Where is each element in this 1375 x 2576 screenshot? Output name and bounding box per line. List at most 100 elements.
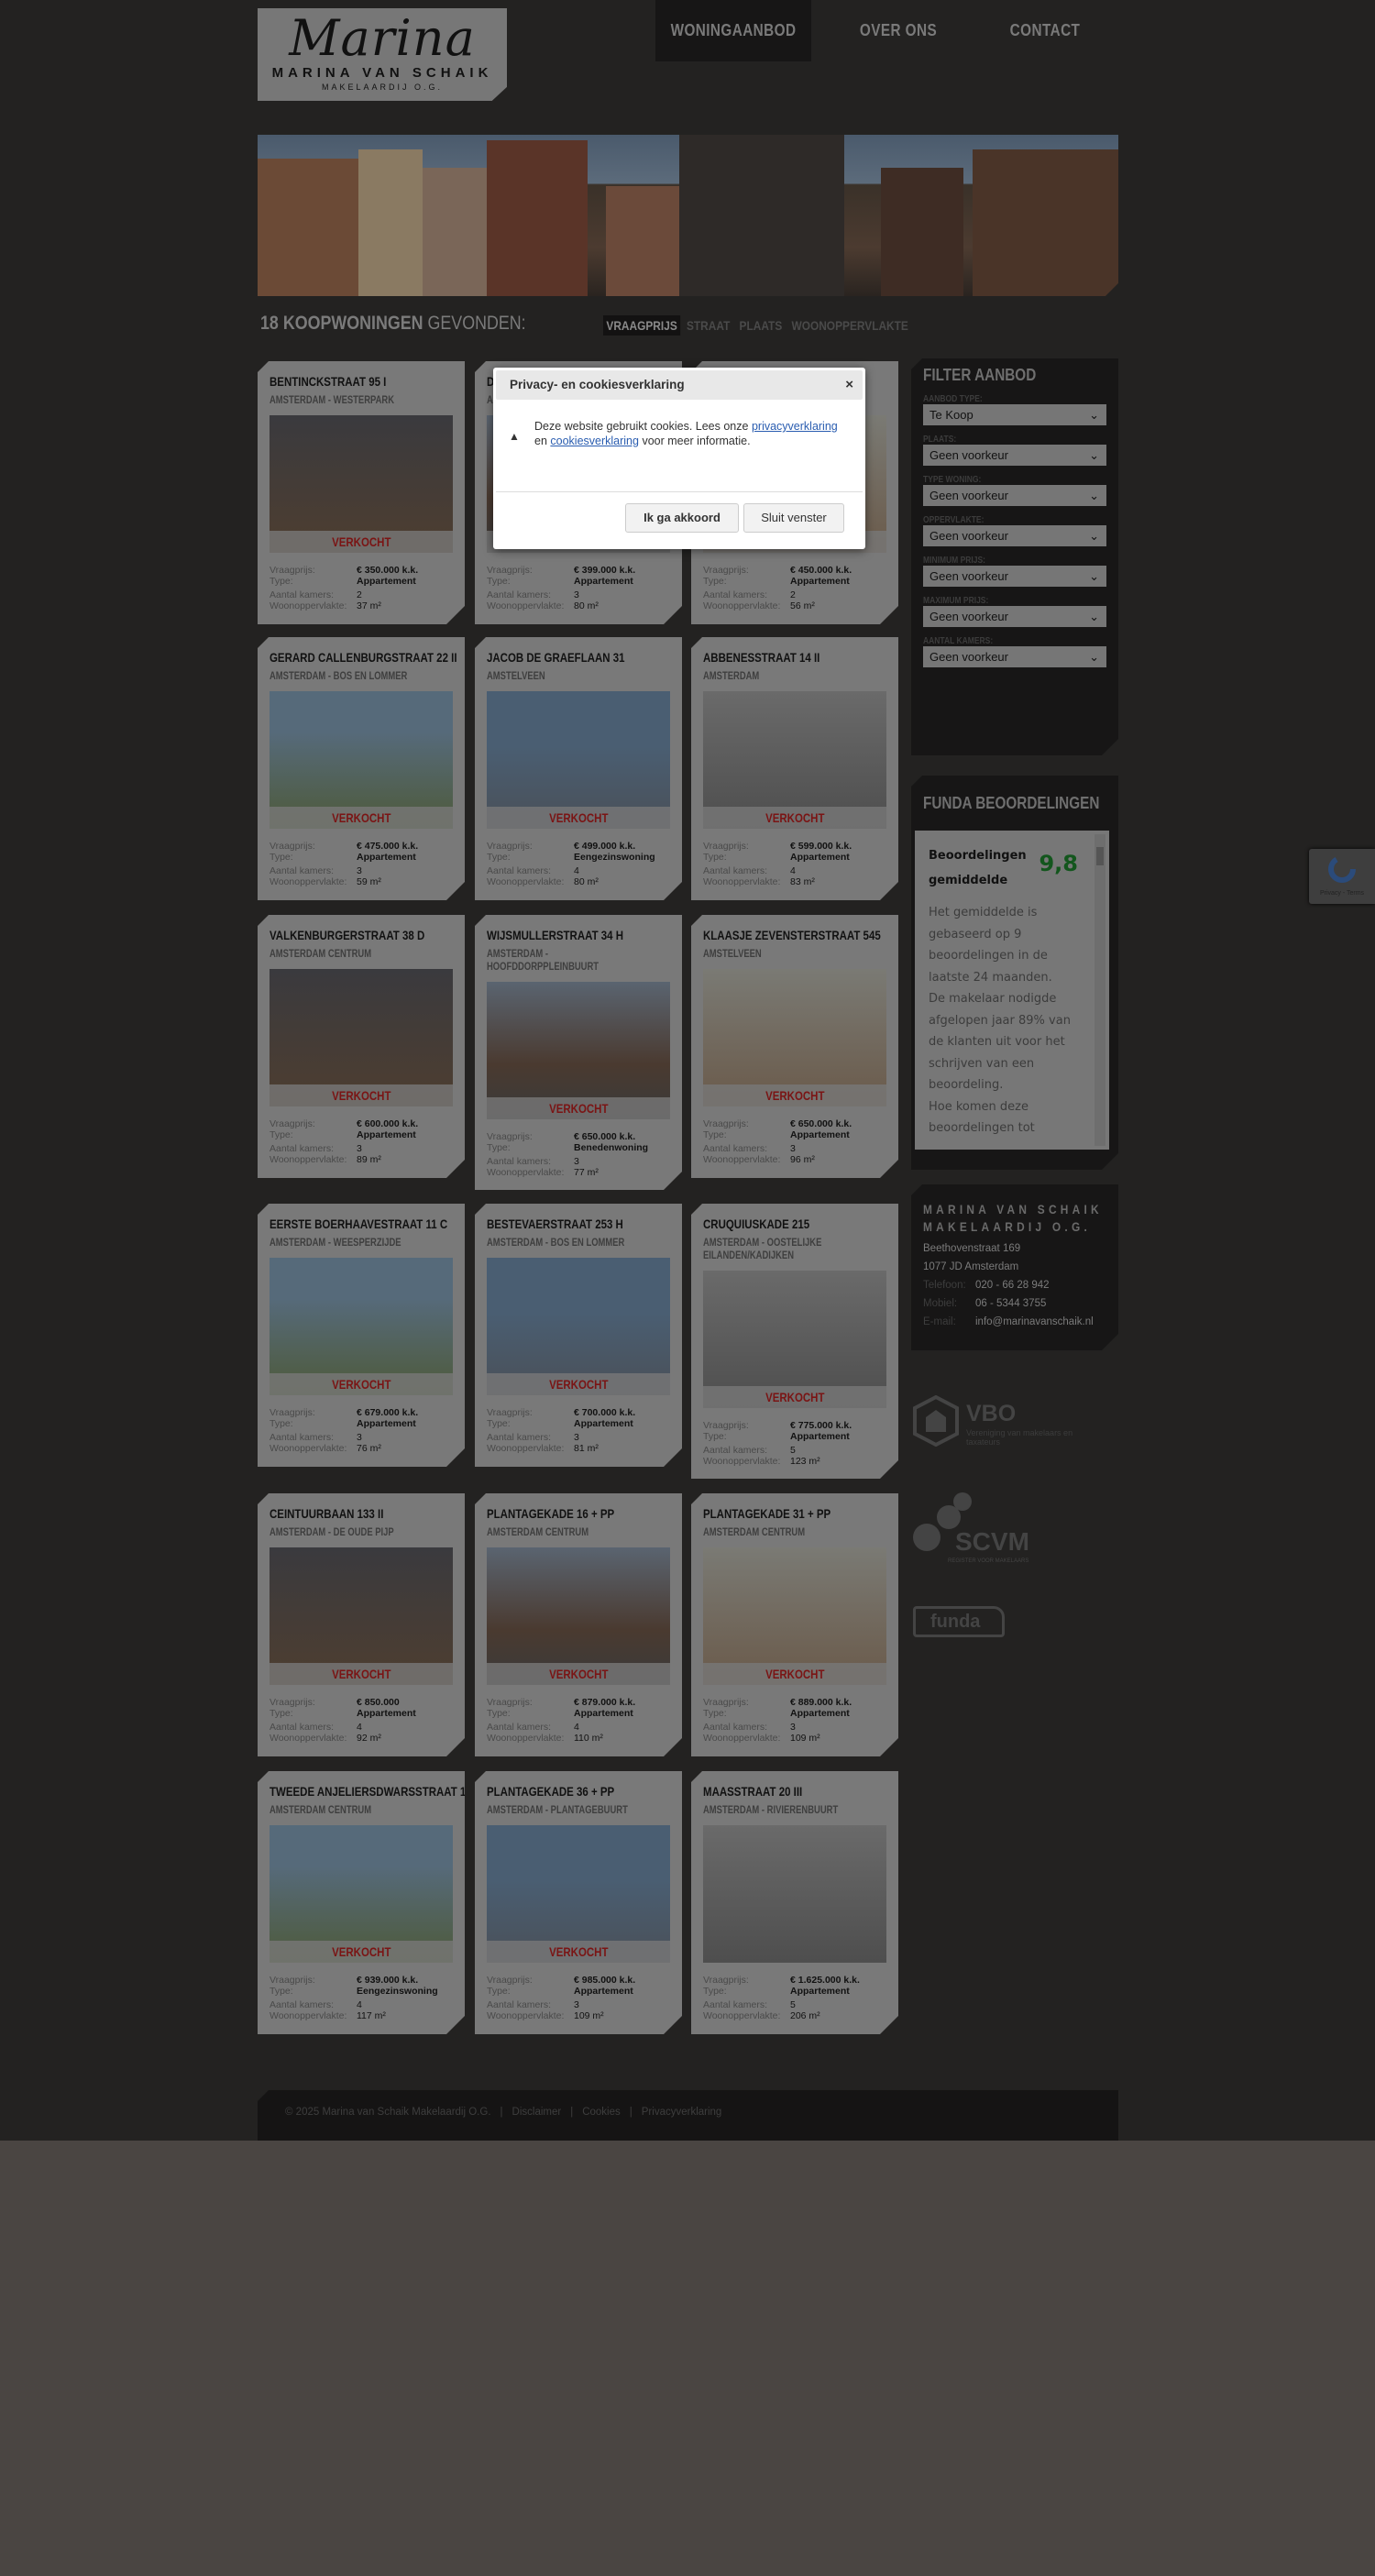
funda-scrollbar[interactable] [1094, 834, 1106, 1146]
price-label: Vraagprijs: [487, 1975, 533, 1986]
sold-label: VERKOCHT [764, 810, 825, 825]
accept-button[interactable]: Ik ga akkoord [625, 503, 739, 533]
listing-card[interactable]: BENTINCKSTRAAT 95 I AMSTERDAM - WESTERPA… [258, 361, 465, 624]
type-label: Type: [703, 576, 727, 587]
listing-card[interactable]: CRUQUIUSKADE 215 AMSTERDAM - OOSTELIJKE … [691, 1204, 898, 1479]
listing-photo[interactable]: VERKOCHT [270, 1258, 453, 1395]
vbo-logo[interactable]: VBO Vereniging van makelaars en taxateur… [913, 1395, 1096, 1459]
privacy-link[interactable]: privacyverklaring [752, 420, 838, 433]
listing-card[interactable]: GERARD CALLENBURGSTRAAT 22 II AMSTERDAM … [258, 637, 465, 900]
recaptcha-links[interactable]: Privacy - Terms [1309, 890, 1375, 897]
listing-card[interactable]: WIJSMULLERSTRAAT 34 H AMSTERDAM - HOOFDD… [475, 915, 682, 1190]
rooms-value: 4 [357, 1999, 362, 2010]
listing-card[interactable]: ABBENESSTRAAT 14 II AMSTERDAM VERKOCHT V… [691, 637, 898, 900]
funda-logo[interactable]: funda [913, 1606, 1005, 1637]
listing-title[interactable]: VALKENBURGERSTRAAT 38 D [270, 928, 424, 942]
listing-photo[interactable]: VERKOCHT [487, 982, 670, 1119]
nav-woningaanbod[interactable]: WONINGAANBOD [655, 0, 811, 61]
scvm-logo[interactable]: SCVM REGISTER VOOR MAKELAARS [911, 1492, 1049, 1575]
listing-card[interactable]: BESTEVAERSTRAAT 253 H AMSTERDAM - BOS EN… [475, 1204, 682, 1467]
listing-photo[interactable]: VERKOCHT [270, 691, 453, 829]
area-label: Woonoppervlakte: [487, 1167, 565, 1178]
filter-select[interactable]: Geen voorkeur ⌄ [923, 485, 1106, 506]
listing-title[interactable]: CEINTUURBAAN 133 II [270, 1506, 383, 1521]
mobile-value[interactable]: 06 - 5344 3755 [975, 1298, 1046, 1309]
listing-card[interactable]: VALKENBURGERSTRAAT 38 D AMSTERDAM CENTRU… [258, 915, 465, 1178]
filter-select[interactable]: Geen voorkeur ⌄ [923, 445, 1106, 466]
cookies-link[interactable]: cookiesverklaring [550, 435, 639, 447]
sold-badge: VERKOCHT [703, 1386, 886, 1408]
listing-title[interactable]: GERARD CALLENBURGSTRAAT 22 II [270, 650, 457, 665]
listing-title[interactable]: ABBENESSTRAAT 14 II [703, 650, 820, 665]
close-window-button[interactable]: Sluit venster [743, 503, 844, 533]
listing-photo[interactable]: VERKOCHT [487, 1825, 670, 1963]
listing-title[interactable]: BENTINCKSTRAAT 95 I [270, 374, 386, 389]
filter-select[interactable]: Te Koop ⌄ [923, 404, 1106, 425]
recaptcha-badge[interactable]: Privacy - Terms [1309, 849, 1375, 904]
sort-straat[interactable]: STRAAT [684, 315, 733, 336]
listing-photo[interactable]: VERKOCHT [703, 969, 886, 1106]
listing-title[interactable]: MAASSTRAAT 20 III [703, 1784, 802, 1799]
sort-plaats[interactable]: PLAATS [736, 315, 786, 336]
sold-label: VERKOCHT [331, 1088, 391, 1103]
filter-select[interactable]: Geen voorkeur ⌄ [923, 566, 1106, 587]
funda-reviews-box[interactable]: Beoordelingen gemiddelde 9,8 Het gemidde… [915, 831, 1109, 1150]
listing-photo[interactable]: VERKOCHT [703, 691, 886, 829]
listing-card[interactable]: PLANTAGEKADE 31 + PP AMSTERDAM CENTRUM V… [691, 1493, 898, 1756]
listing-photo[interactable]: VERKOCHT [270, 415, 453, 553]
listing-photo[interactable]: VERKOCHT [487, 691, 670, 829]
listing-card[interactable]: EERSTE BOERHAAVESTRAAT 11 C AMSTERDAM - … [258, 1204, 465, 1467]
filter-select[interactable]: Geen voorkeur ⌄ [923, 525, 1106, 546]
footer-disclaimer-link[interactable]: Disclaimer [512, 2107, 562, 2118]
chevron-down-icon: ⌄ [1089, 408, 1099, 422]
listing-title[interactable]: TWEEDE ANJELIERSDWARSSTRAAT 11 [270, 1784, 471, 1799]
filter-field: MINIMUM PRIJS: Geen voorkeur ⌄ [923, 556, 1106, 587]
listing-title[interactable]: PLANTAGEKADE 31 + PP [703, 1506, 830, 1521]
site-logo[interactable]: Marina MARINA VAN SCHAIK MAKELAARDIJ O.G… [258, 8, 507, 101]
listing-photo[interactable]: VERKOCHT [270, 1547, 453, 1685]
listing-photo[interactable]: VERKOCHT [703, 1271, 886, 1408]
listing-title[interactable]: PLANTAGEKADE 16 + PP [487, 1506, 614, 1521]
listing-card[interactable]: JACOB DE GRAEFLAAN 31 AMSTELVEEN VERKOCH… [475, 637, 682, 900]
filter-select[interactable]: Geen voorkeur ⌄ [923, 606, 1106, 627]
sold-badge: VERKOCHT [270, 1663, 453, 1685]
listing-photo[interactable]: VERKOCHT [487, 1258, 670, 1395]
listing-photo[interactable]: VERKOCHT [270, 969, 453, 1106]
listing-title[interactable]: EERSTE BOERHAAVESTRAAT 11 C [270, 1216, 447, 1231]
listing-title[interactable]: PLANTAGEKADE 36 + PP [487, 1784, 614, 1799]
listing-photo[interactable] [703, 1825, 886, 1963]
type-value: Appartement [790, 576, 850, 587]
scroll-thumb[interactable] [1096, 847, 1104, 865]
nav-over-ons[interactable]: OVER ONS [836, 0, 961, 61]
listing-title[interactable]: JACOB DE GRAEFLAAN 31 [487, 650, 625, 665]
listing-title[interactable]: BESTEVAERSTRAAT 253 H [487, 1216, 623, 1231]
email-link[interactable]: info@marinavanschaik.nl [975, 1316, 1094, 1327]
listing-details: Vraagprijs: € 475.000 k.k. Type: Apparteme… [270, 841, 453, 887]
area-label: Woonoppervlakte: [487, 876, 565, 887]
footer-privacy-link[interactable]: Privacyverklaring [642, 2107, 722, 2118]
listing-card[interactable]: KLAASJE ZEVENSTERSTRAAT 545 AMSTELVEEN V… [691, 915, 898, 1178]
listing-card[interactable]: MAASSTRAAT 20 III AMSTERDAM - RIVIERENBU… [691, 1771, 898, 2034]
listing-photo[interactable]: VERKOCHT [487, 1547, 670, 1685]
listing-title[interactable]: CRUQUIUSKADE 215 [703, 1216, 809, 1231]
footer-cookies-link[interactable]: Cookies [582, 2107, 621, 2118]
sort-vraagprijs[interactable]: VRAAGPRIJS [603, 315, 681, 336]
listing-card[interactable]: PLANTAGEKADE 36 + PP AMSTERDAM - PLANTAG… [475, 1771, 682, 2034]
filter-label: MINIMUM PRIJS: [923, 556, 985, 566]
area-value: 83 m² [790, 876, 815, 887]
filter-select[interactable]: Geen voorkeur ⌄ [923, 646, 1106, 667]
sort-woonoppervlakte[interactable]: WOONOPPERVLAKTE [788, 315, 911, 336]
listing-card[interactable]: PLANTAGEKADE 16 + PP AMSTERDAM CENTRUM V… [475, 1493, 682, 1756]
listing-photo[interactable]: VERKOCHT [270, 1825, 453, 1963]
nav-contact[interactable]: CONTACT [983, 0, 1107, 61]
listing-title[interactable]: KLAASJE ZEVENSTERSTRAAT 545 [703, 928, 881, 942]
listing-title[interactable]: WIJSMULLERSTRAAT 34 H [487, 928, 623, 942]
area-label: Woonoppervlakte: [270, 1154, 347, 1165]
listing-location: AMSTERDAM CENTRUM [270, 1805, 372, 1816]
listing-location: AMSTERDAM CENTRUM [487, 1527, 589, 1538]
phone-value[interactable]: 020 - 66 28 942 [975, 1280, 1050, 1291]
listing-card[interactable]: CEINTUURBAAN 133 II AMSTERDAM - DE OUDE … [258, 1493, 465, 1756]
listing-card[interactable]: TWEEDE ANJELIERSDWARSSTRAAT 11 AMSTERDAM… [258, 1771, 465, 2034]
close-icon[interactable]: × [845, 370, 853, 400]
listing-photo[interactable]: VERKOCHT [703, 1547, 886, 1685]
